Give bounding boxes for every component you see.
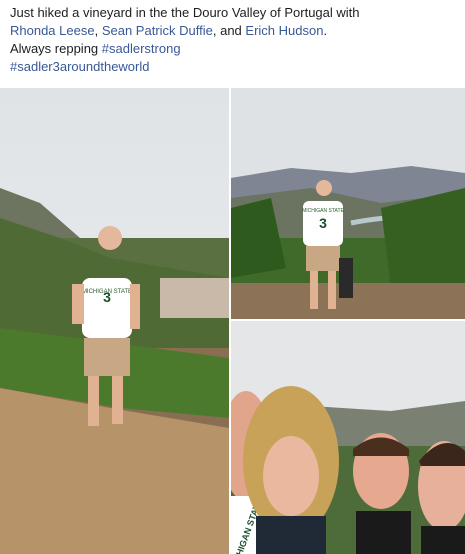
hashtag-sadler3aroundtheworld[interactable]: #sadler3aroundtheworld	[10, 59, 149, 74]
tag-link-erich[interactable]: Erich Hudson	[245, 23, 323, 38]
photo-hiker-valley[interactable]: MICHIGAN STATE 3	[231, 88, 465, 319]
post-text-body-2: Always repping	[10, 41, 99, 56]
tag-link-sean[interactable]: Sean Patrick Duffie	[102, 23, 213, 38]
sentence-end: .	[323, 23, 328, 38]
photo-hiker-path[interactable]: MICHIGAN STATE 3	[0, 88, 229, 554]
photo-hiker-valley-image: MICHIGAN STATE 3	[231, 88, 465, 319]
shirt-number-2: 3	[319, 215, 327, 231]
separator-1: ,	[94, 23, 99, 38]
hashtag-sadlerstrong[interactable]: #sadlerstrong	[102, 41, 181, 56]
photo-hiker-path-image: MICHIGAN STATE 3	[0, 88, 229, 554]
photo-group-selfie[interactable]: MICHIGAN STATE	[231, 321, 465, 554]
shirt-text-2: MICHIGAN STATE	[302, 208, 344, 214]
separator-2: , and	[212, 23, 242, 38]
tag-link-rhonda-leese[interactable]: Rhonda Leese	[10, 23, 95, 38]
post-text: Just hiked a vineyard in the the Douro V…	[10, 4, 460, 76]
photo-group-selfie-image: MICHIGAN STATE	[231, 321, 465, 554]
post-text-body: Just hiked a vineyard in the the Douro V…	[10, 5, 360, 20]
shirt-number-1: 3	[103, 289, 111, 305]
